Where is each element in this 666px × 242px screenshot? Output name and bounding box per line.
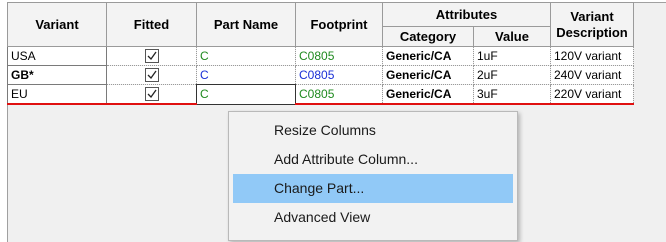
footprint-cell[interactable]: C0805 (295, 46, 383, 66)
check-icon (147, 90, 157, 99)
menu-item-resize-columns[interactable]: Resize Columns (233, 116, 513, 145)
column-header-category[interactable]: Category (382, 26, 474, 47)
menu-item-add-attribute-column[interactable]: Add Attribute Column... (233, 145, 513, 174)
part-name-cell[interactable]: C (196, 65, 296, 85)
category-cell[interactable]: Generic/CA (382, 46, 474, 66)
part-name-cell-selected[interactable]: C (196, 84, 296, 105)
description-cell[interactable]: 220V variant (550, 84, 634, 105)
variant-cell[interactable]: USA (7, 46, 107, 66)
footprint-cell[interactable]: C0805 (295, 65, 383, 85)
menu-item-advanced-view[interactable]: Advanced View (233, 203, 513, 232)
fitted-cell[interactable] (106, 46, 197, 66)
check-icon (147, 52, 157, 61)
value-cell[interactable]: 2uF (473, 65, 551, 85)
column-header-value[interactable]: Value (473, 26, 551, 47)
context-menu: Resize Columns Add Attribute Column... C… (228, 111, 518, 241)
check-icon (147, 71, 157, 80)
table-row[interactable]: USA C C0805 Generic/CA 1uF 120V variant (7, 46, 634, 66)
category-cell[interactable]: Generic/CA (382, 84, 474, 105)
fitted-checkbox[interactable] (144, 49, 159, 64)
column-header-fitted[interactable]: Fitted (106, 2, 197, 47)
column-header-attributes[interactable]: Attributes (382, 2, 551, 27)
column-header-part-name[interactable]: Part Name (196, 2, 296, 47)
table-row[interactable]: GB* C C0805 Generic/CA 2uF 240V variant (7, 65, 634, 85)
column-header-variant[interactable]: Variant (7, 2, 107, 47)
variant-cell[interactable]: EU (7, 84, 107, 105)
value-cell[interactable]: 3uF (473, 84, 551, 105)
fitted-cell[interactable] (106, 65, 197, 85)
variant-cell[interactable]: GB* (7, 65, 107, 85)
menu-item-change-part[interactable]: Change Part... (233, 174, 513, 203)
fitted-checkbox[interactable] (144, 87, 159, 102)
variant-description-line1: Variant (570, 8, 614, 24)
fitted-checkbox[interactable] (144, 68, 159, 83)
table-row-current[interactable]: EU C C0805 Generic/CA 3uF 220V variant (7, 84, 634, 105)
description-cell[interactable]: 120V variant (550, 46, 634, 66)
variant-table: Variant Fitted Part Name Footprint Attri… (7, 2, 634, 105)
footprint-cell[interactable]: C0805 (295, 84, 383, 105)
column-header-footprint[interactable]: Footprint (295, 2, 383, 47)
value-cell[interactable]: 1uF (473, 46, 551, 66)
column-header-variant-description[interactable]: Variant Description (550, 2, 634, 47)
description-cell[interactable]: 240V variant (550, 65, 634, 85)
fitted-cell[interactable] (106, 84, 197, 105)
category-cell[interactable]: Generic/CA (382, 65, 474, 85)
variant-description-line2: Description (556, 24, 628, 40)
part-name-cell[interactable]: C (196, 46, 296, 66)
